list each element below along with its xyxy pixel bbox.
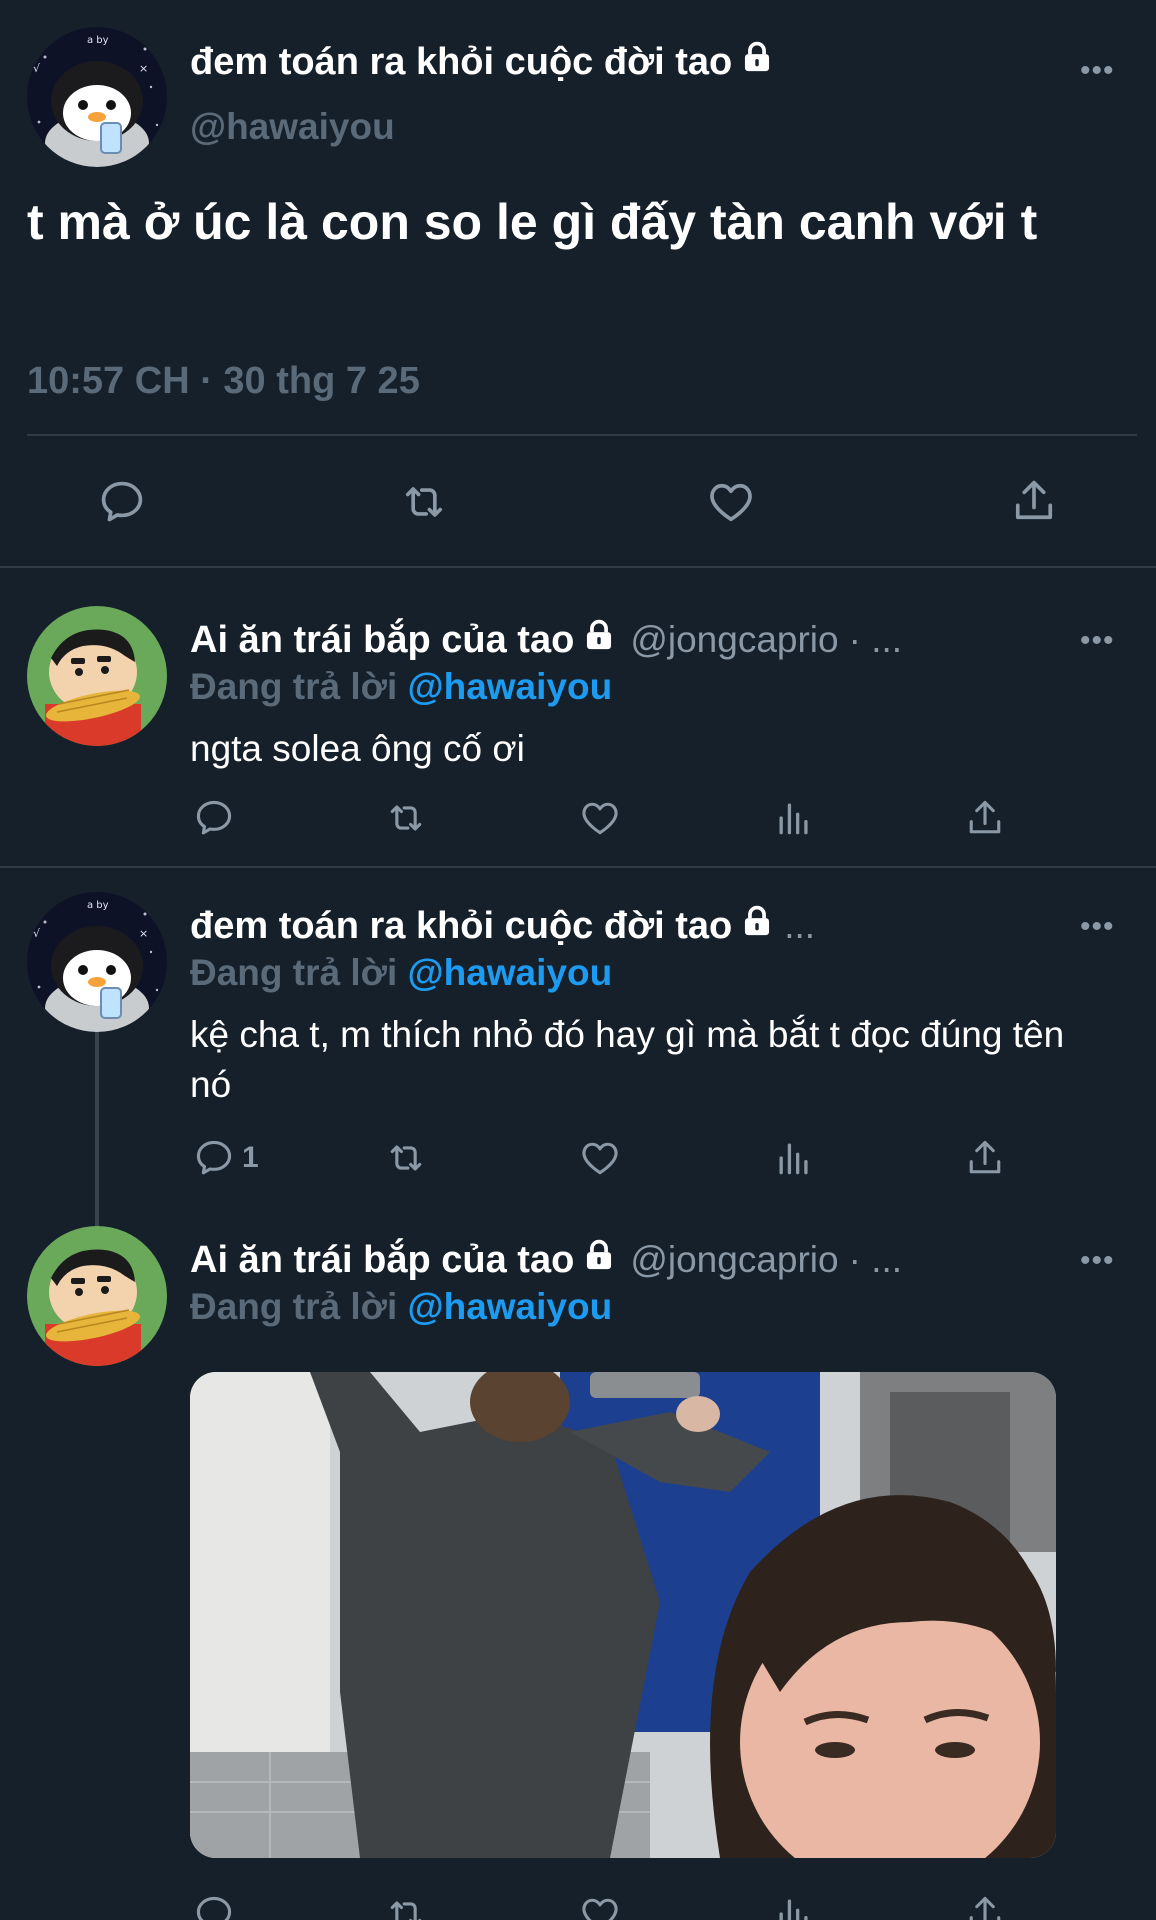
- reply-header: Ai ăn trái bắp của tao @jongcaprio · ...: [190, 1238, 1066, 1282]
- reply-icon[interactable]: [192, 1892, 236, 1920]
- views-icon[interactable]: [772, 1136, 816, 1180]
- reply-icon[interactable]: [192, 796, 236, 840]
- author-name-text[interactable]: Ai ăn trái bắp của tao: [190, 619, 574, 662]
- reply-icon[interactable]: [96, 476, 148, 528]
- heart-icon[interactable]: [577, 1892, 623, 1920]
- time-separator: · ...: [848, 1239, 903, 1280]
- share-icon[interactable]: [1008, 474, 1060, 528]
- tweet-text: ngta solea ông cố ơi: [190, 728, 525, 769]
- reply-tweet[interactable]: đem toán ra khỏi cuộc đời tao ... ••• Đa…: [0, 872, 1156, 1212]
- author-name[interactable]: Ai ăn trái bắp của tao: [190, 1238, 616, 1282]
- share-icon[interactable]: [963, 1892, 1007, 1920]
- replying-to: Đang trả lời @hawaiyou: [190, 666, 612, 708]
- replying-to: Đang trả lời @hawaiyou: [190, 952, 612, 994]
- tweet-actions: 1: [0, 1136, 1156, 1186]
- shinchan-avatar[interactable]: [27, 1226, 167, 1366]
- tweet-actions: [0, 470, 1156, 530]
- more-options-icon[interactable]: •••: [1080, 912, 1115, 942]
- views-icon[interactable]: [772, 796, 816, 840]
- main-tweet: đem toán ra khỏi cuộc đời tao @hawaiyou …: [0, 0, 1156, 566]
- share-icon[interactable]: [963, 1136, 1007, 1180]
- author-name-text[interactable]: đem toán ra khỏi cuộc đời tao: [190, 905, 732, 948]
- replying-prefix: Đang trả lời: [190, 1286, 398, 1327]
- mention-link[interactable]: @hawaiyou: [408, 666, 613, 707]
- author-name[interactable]: Ai ăn trái bắp của tao: [190, 618, 616, 662]
- author-handle[interactable]: @jongcaprio: [630, 1239, 838, 1281]
- tweet-text: kệ cha t, m thích nhỏ đó hay gì mà bắt t…: [190, 1014, 1065, 1105]
- replying-prefix: Đang trả lời: [190, 952, 398, 993]
- thread-page: đem toán ra khỏi cuộc đời tao @hawaiyou …: [0, 0, 1156, 1920]
- author-name-text[interactable]: đem toán ra khỏi cuộc đời tao: [190, 41, 732, 84]
- author-name[interactable]: đem toán ra khỏi cuộc đời tao: [190, 904, 774, 948]
- penguin-avatar[interactable]: [27, 892, 167, 1032]
- lock-icon: [582, 1238, 616, 1282]
- author-name-text[interactable]: Ai ăn trái bắp của tao: [190, 1239, 574, 1282]
- share-icon[interactable]: [963, 796, 1007, 840]
- author-name[interactable]: đem toán ra khỏi cuộc đời tao: [190, 40, 774, 84]
- reply-header: Ai ăn trái bắp của tao @jongcaprio · ...: [190, 618, 1066, 662]
- divider: [0, 566, 1156, 568]
- replying-prefix: Đang trả lời: [190, 666, 398, 707]
- retweet-icon[interactable]: [382, 796, 430, 840]
- lock-icon: [740, 40, 774, 84]
- lock-icon: [740, 904, 774, 948]
- heart-icon[interactable]: [577, 1136, 623, 1180]
- retweet-icon[interactable]: [382, 1136, 430, 1180]
- reply-tweet[interactable]: Ai ăn trái bắp của tao @jongcaprio · ...…: [0, 1206, 1156, 1920]
- time-separator: ...: [784, 905, 816, 946]
- tweet-timestamp[interactable]: 10:57 CH · 30 thg 7 25: [27, 360, 420, 403]
- divider: [0, 866, 1156, 868]
- heart-icon[interactable]: [577, 796, 623, 840]
- penguin-avatar[interactable]: [27, 27, 167, 167]
- tweet-actions: [0, 796, 1156, 846]
- heart-icon[interactable]: [704, 476, 758, 528]
- author-handle[interactable]: @jongcaprio: [630, 619, 838, 661]
- time-separator: · ...: [848, 619, 903, 660]
- reply-header: đem toán ra khỏi cuộc đời tao ...: [190, 904, 1066, 948]
- retweet-icon[interactable]: [382, 1892, 430, 1920]
- mention-link[interactable]: @hawaiyou: [408, 1286, 613, 1327]
- shinchan-avatar[interactable]: [27, 606, 167, 746]
- views-icon[interactable]: [772, 1892, 816, 1920]
- retweet-icon[interactable]: [396, 476, 452, 528]
- more-options-icon[interactable]: •••: [1080, 626, 1115, 656]
- tweet-photo[interactable]: [190, 1372, 1056, 1858]
- replying-to: Đang trả lời @hawaiyou: [190, 1286, 612, 1328]
- lock-icon: [582, 618, 616, 662]
- mention-link[interactable]: @hawaiyou: [408, 952, 613, 993]
- tweet-text: t mà ở úc là con so le gì đấy tàn canh v…: [27, 194, 1038, 250]
- more-options-icon[interactable]: •••: [1080, 1246, 1115, 1276]
- more-options-icon[interactable]: •••: [1080, 56, 1115, 86]
- reply-tweet[interactable]: Ai ăn trái bắp của tao @jongcaprio · ...…: [0, 586, 1156, 866]
- tweet-actions: [0, 1892, 1156, 1920]
- reply-icon[interactable]: 1: [192, 1136, 259, 1180]
- author-handle[interactable]: @hawaiyou: [190, 106, 395, 148]
- divider: [27, 434, 1137, 436]
- reply-count: 1: [242, 1141, 259, 1174]
